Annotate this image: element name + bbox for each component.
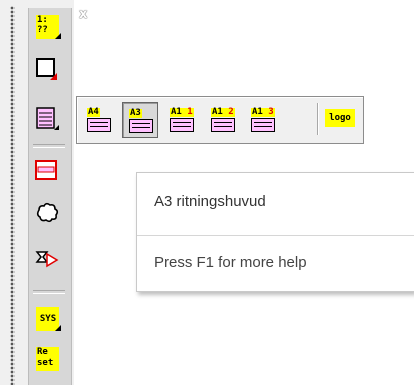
- rectangle-tool-button[interactable]: [33, 56, 63, 82]
- symbol-arrow-icon: [35, 251, 59, 268]
- sheet-icon: [211, 118, 235, 132]
- palette-separator: [33, 290, 65, 294]
- rectangle-icon: [36, 58, 57, 80]
- sheet-a1-1-button[interactable]: A1 1: [164, 102, 198, 136]
- palette-close-icon[interactable]: x: [79, 8, 87, 21]
- palette-separator: [33, 144, 65, 148]
- symbol-tool-button[interactable]: [33, 246, 63, 272]
- reset-tool-button[interactable]: Re set: [33, 346, 63, 372]
- frame-icon: [35, 160, 57, 180]
- reset-tool-label: Re set: [36, 347, 59, 371]
- tooltip-divider: [137, 235, 414, 236]
- palette-grip-handle[interactable]: [10, 6, 15, 385]
- drawing-sheet-icon: [36, 107, 59, 130]
- drawing-sheet-tool-button[interactable]: [33, 106, 63, 132]
- tooltip-title: A3 ritningshuvud: [154, 193, 266, 210]
- frame-tool-button[interactable]: [33, 158, 63, 184]
- tooltip: A3 ritningshuvud Press F1 for more help: [136, 172, 414, 292]
- flyout-corner-icon: [55, 325, 61, 331]
- sys-tool-button[interactable]: SYS: [33, 306, 63, 332]
- sheet-a1-3-label: A1 3: [251, 107, 275, 117]
- revision-cloud-tool-button[interactable]: [33, 200, 63, 226]
- sheet-icon: [87, 118, 111, 132]
- flyout-corner-icon: [55, 33, 61, 39]
- sheet-a1-2-label: A1 2: [211, 107, 235, 117]
- sheet-a4-label: A4: [87, 107, 100, 117]
- sheet-icon: [129, 119, 153, 133]
- sheet-icon: [251, 118, 275, 132]
- sheet-a3-label: A3: [129, 108, 142, 118]
- sheet-a1-2-button[interactable]: A1 2: [205, 102, 239, 136]
- sheet-icon: [170, 118, 194, 132]
- flyout-separator: [317, 103, 318, 135]
- revision-cloud-icon: [36, 202, 59, 223]
- sheet-a3-button[interactable]: A3: [122, 102, 158, 138]
- sheet-format-flyout: A4 A3 A1 1 A1 2 A1 3 logo: [76, 96, 364, 144]
- scale-tool-button[interactable]: 1: ??: [33, 14, 63, 40]
- tooltip-help-text: Press F1 for more help: [154, 254, 307, 271]
- sheet-a4-button[interactable]: A4: [81, 102, 115, 136]
- sheet-a1-1-label: A1 1: [170, 107, 194, 117]
- sheet-a1-3-button[interactable]: A1 3: [245, 102, 279, 136]
- logo-button[interactable]: logo: [325, 109, 355, 127]
